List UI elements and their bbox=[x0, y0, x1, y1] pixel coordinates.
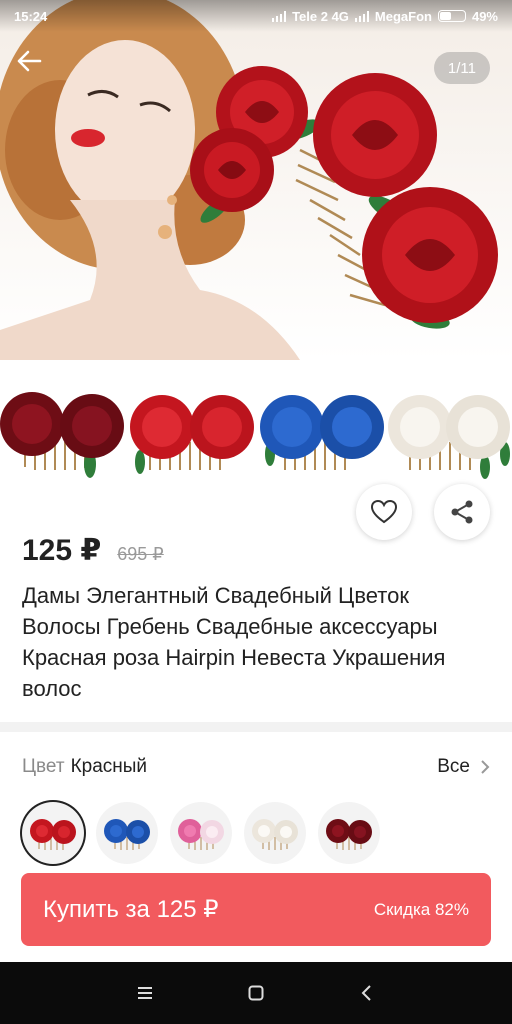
color-value: Красный bbox=[70, 756, 148, 777]
gallery-counter: 1/11 bbox=[433, 52, 490, 84]
hero-illustration bbox=[0, 0, 498, 360]
chevron-right-icon bbox=[481, 760, 490, 774]
product-title: Дамы Элегантный Свадебный Цветок Волосы … bbox=[22, 583, 446, 701]
old-price: 695 ₽ bbox=[117, 544, 164, 564]
discount-label: Скидка 82% bbox=[373, 899, 469, 919]
status-battery: 49% bbox=[471, 8, 498, 24]
swatch-red[interactable] bbox=[22, 802, 84, 864]
buy-button-label: Купить за 125 ₽ bbox=[43, 896, 219, 923]
rose-white-thumb bbox=[252, 819, 298, 850]
chevron-left-icon bbox=[361, 985, 371, 1001]
rose-blue-thumb bbox=[104, 819, 150, 850]
rose-red-thumb bbox=[30, 819, 76, 850]
color-swatches bbox=[22, 802, 380, 864]
arrow-left-icon bbox=[17, 50, 42, 72]
buy-button[interactable]: Купить за 125 ₽ Скидка 82% bbox=[21, 873, 491, 946]
product-main-image[interactable]: 15:24 Tele 2 4G MegaFon 49% 1/11 bbox=[0, 0, 512, 360]
price-row: 125 ₽ 695 ₽ bbox=[22, 533, 164, 568]
swatch-blue[interactable] bbox=[96, 802, 158, 864]
nav-menu-button[interactable] bbox=[123, 971, 167, 1015]
back-button[interactable] bbox=[16, 50, 56, 86]
swatch-pink[interactable] bbox=[170, 802, 232, 864]
share-icon bbox=[451, 500, 473, 524]
status-bar: 15:24 Tele 2 4G MegaFon 49% bbox=[0, 0, 512, 32]
share-button[interactable] bbox=[434, 484, 490, 540]
variants-illustration bbox=[0, 392, 510, 479]
current-price: 125 ₽ bbox=[22, 534, 102, 567]
square-icon bbox=[248, 985, 264, 1001]
color-variants-image bbox=[0, 372, 512, 492]
status-carrier-1: Tele 2 4G bbox=[292, 8, 349, 24]
section-divider bbox=[0, 722, 512, 732]
signal-icon bbox=[272, 10, 287, 22]
color-selector-header: Цвет Красный Все bbox=[22, 756, 490, 778]
nav-back-button[interactable] bbox=[345, 971, 389, 1015]
color-label: Цвет bbox=[22, 756, 65, 777]
heart-icon bbox=[370, 499, 398, 524]
all-colors-link[interactable]: Все bbox=[437, 756, 490, 778]
menu-icon bbox=[138, 987, 153, 999]
rose-burgundy-thumb bbox=[326, 819, 372, 850]
signal-icon bbox=[354, 10, 369, 22]
status-time: 15:24 bbox=[14, 8, 48, 24]
status-carrier-2: MegaFon bbox=[374, 8, 432, 24]
system-nav-bar bbox=[0, 962, 512, 1024]
like-button[interactable] bbox=[356, 484, 412, 540]
swatch-white[interactable] bbox=[244, 802, 306, 864]
battery-icon bbox=[437, 10, 466, 22]
nav-home-button[interactable] bbox=[234, 971, 278, 1015]
swatch-burgundy[interactable] bbox=[318, 802, 380, 864]
all-colors-label: Все bbox=[437, 756, 470, 777]
rose-pink-thumb bbox=[178, 819, 224, 850]
